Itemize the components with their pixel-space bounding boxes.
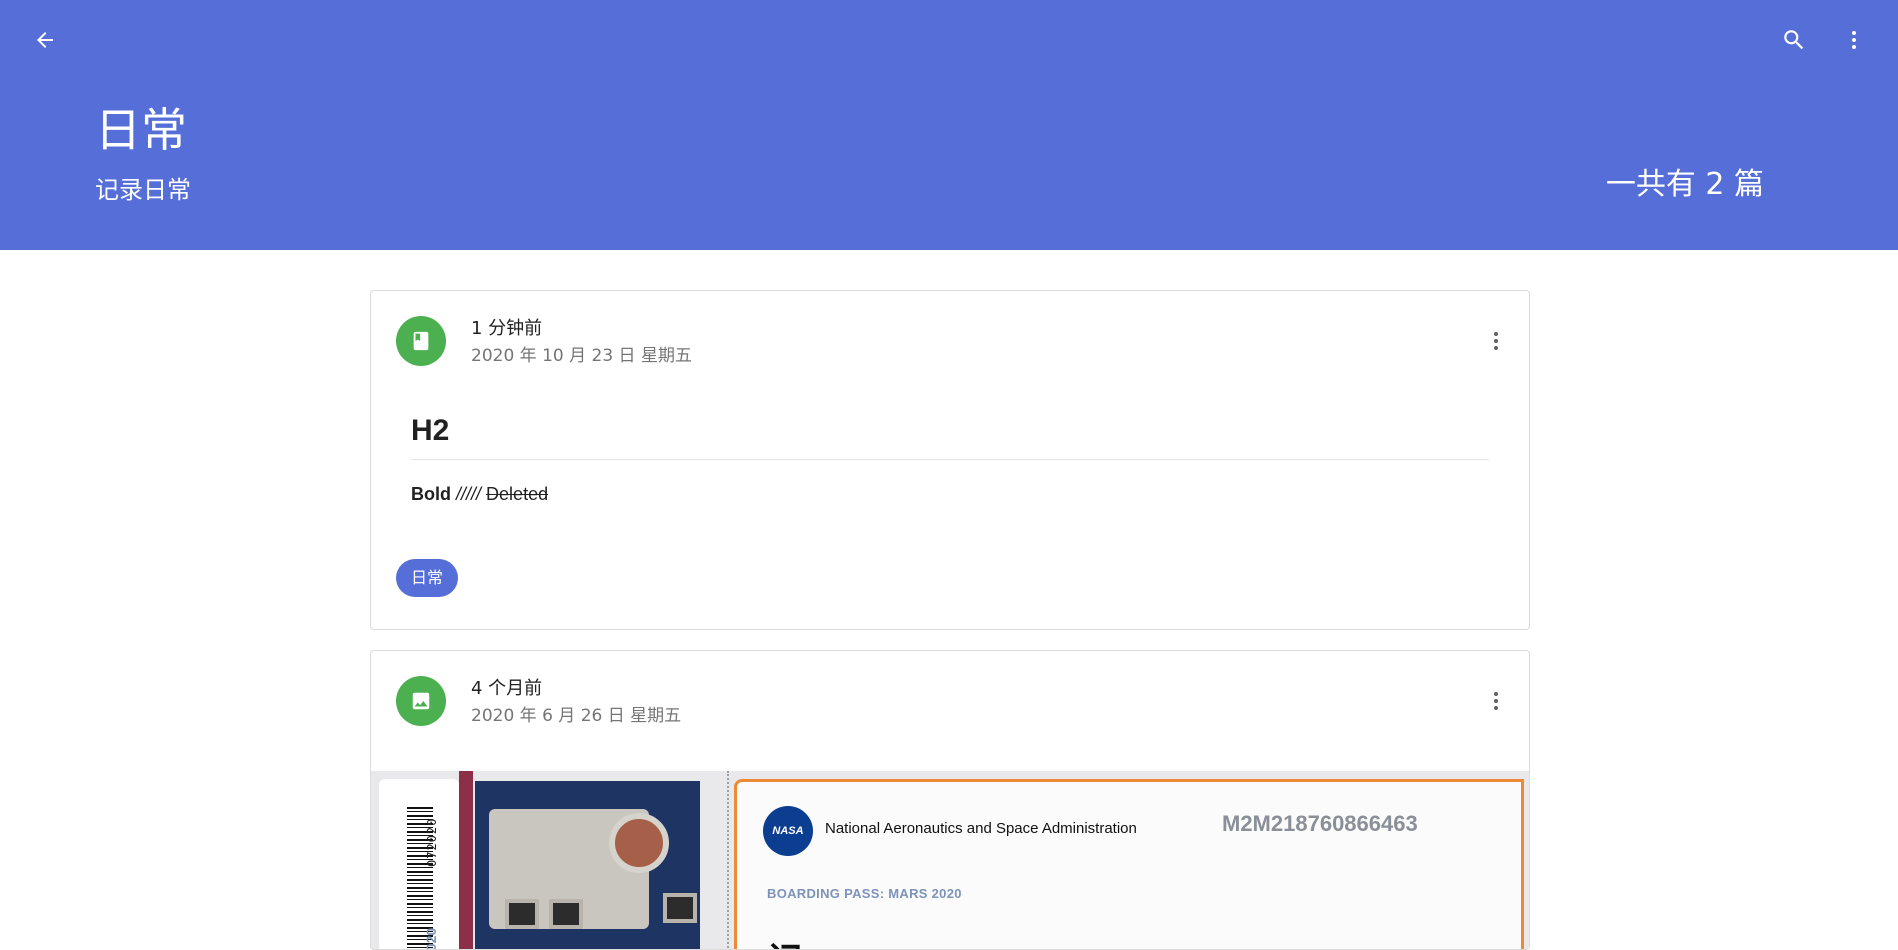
nasa-logo: NASA — [763, 806, 813, 856]
stub-number: 072020 — [425, 817, 439, 867]
stub-year: 2020 — [423, 927, 439, 950]
post-relative-time: 1 分钟前 — [471, 318, 543, 339]
post-type-avatar — [396, 316, 446, 366]
pass-stub: 072020 2020 — [379, 779, 459, 950]
pass-code: M2M218760866463 — [1222, 811, 1418, 836]
perforation — [727, 771, 729, 949]
post-heading: H2 — [411, 411, 1489, 460]
search-icon — [1784, 30, 1804, 50]
post-relative-time: 4 个月前 — [471, 678, 543, 699]
bold-text: Bold — [411, 484, 451, 504]
more-vert-icon — [1852, 31, 1856, 49]
post-paragraph: Bold ///// Deleted — [411, 482, 1489, 506]
post-card[interactable]: 1 分钟前 2020 年 10 月 23 日 星期五 H2 Bold /////… — [370, 290, 1530, 630]
pass-label: BOARDING PASS: MARS 2020 — [767, 886, 962, 901]
more-vert-icon — [1494, 692, 1498, 710]
italic-text: ///// — [456, 484, 482, 504]
post-image-boarding-pass[interactable]: 072020 2020 NASA National Aeronautics an… — [371, 771, 1529, 950]
agency-name: National Aeronautics and Space Administr… — [825, 820, 1137, 837]
post-date: 2020 年 6 月 26 日 星期五 — [471, 706, 682, 726]
rover-camera — [505, 899, 539, 929]
page-subtitle: 记录日常 — [95, 176, 191, 204]
rover-camera-lens — [609, 813, 669, 873]
rover-camera — [663, 893, 697, 923]
deleted-text: Deleted — [486, 484, 549, 504]
more-vert-icon — [1494, 332, 1498, 350]
post-content: H2 Bold ///// Deleted — [411, 411, 1489, 506]
arrow-back-icon — [37, 32, 53, 48]
pass-name: 记 — [767, 932, 803, 949]
overflow-menu-button[interactable] — [1830, 16, 1878, 64]
post-card[interactable]: 4 个月前 2020 年 6 月 26 日 星期五 072020 2020 NA… — [370, 650, 1530, 950]
pass-stripe — [459, 771, 473, 949]
rover-photo — [475, 781, 700, 949]
post-menu-button[interactable] — [1471, 316, 1521, 366]
image-icon — [412, 692, 430, 710]
post-count: 一共有 2 篇 — [1605, 167, 1764, 202]
pass-ticket: NASA National Aeronautics and Space Admi… — [734, 779, 1524, 949]
book-icon — [413, 331, 429, 351]
back-button[interactable] — [21, 16, 69, 64]
app-bar: 日常 记录日常 一共有 2 篇 — [0, 0, 1898, 250]
rover-camera — [549, 899, 583, 929]
post-menu-button[interactable] — [1471, 676, 1521, 726]
page-title: 日常 — [95, 103, 187, 157]
search-button[interactable] — [1770, 16, 1818, 64]
post-type-avatar — [396, 676, 446, 726]
post-date: 2020 年 10 月 23 日 星期五 — [471, 346, 692, 366]
tag-chip[interactable]: 日常 — [396, 559, 459, 597]
